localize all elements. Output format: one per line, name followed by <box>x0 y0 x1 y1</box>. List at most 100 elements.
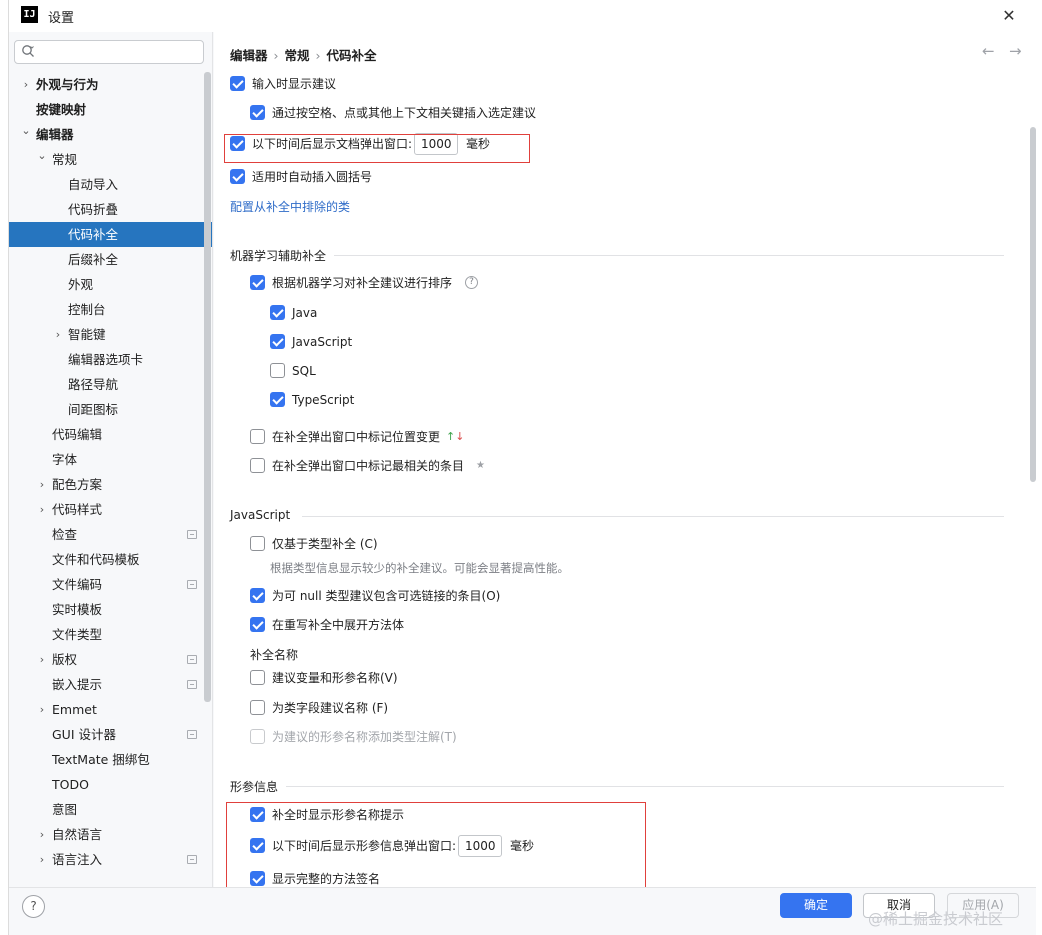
checkbox-label: TypeScript <box>292 393 355 407</box>
breadcrumb-item[interactable]: 编辑器 <box>230 48 268 63</box>
search-input[interactable] <box>14 40 204 64</box>
sidebar-item-label: 代码编辑 <box>52 427 103 442</box>
sidebar-item-label: 文件编码 <box>52 577 103 592</box>
section-divider <box>302 516 1004 517</box>
project-scope-icon <box>187 680 197 689</box>
checkbox-box[interactable] <box>270 363 285 378</box>
sidebar-item-label: 文件和代码模板 <box>52 552 140 567</box>
sidebar-item[interactable]: GUI 设计器 <box>9 722 212 747</box>
sidebar-item[interactable]: › 智能键 <box>9 322 212 347</box>
sidebar-item-label: 外观 <box>68 277 94 292</box>
arrow-down-icon: ↓ <box>455 430 465 443</box>
back-arrow-icon[interactable]: ← <box>982 42 995 60</box>
checkbox-box[interactable] <box>270 305 285 320</box>
chevron-right-icon[interactable]: › <box>21 72 31 97</box>
checkbox-box[interactable] <box>270 334 285 349</box>
sidebar-item[interactable]: 文件类型 <box>9 622 212 647</box>
sidebar-item[interactable]: 路径导航 <box>9 372 212 397</box>
project-scope-icon <box>187 855 197 864</box>
ok-button[interactable]: 确定 <box>780 893 852 918</box>
checkbox-box[interactable] <box>250 458 265 473</box>
chevron-right-icon[interactable]: › <box>37 697 47 722</box>
sidebar-item[interactable]: 控制台 <box>9 297 212 322</box>
project-scope-icon <box>187 580 197 589</box>
checkbox-label: 在补全弹出窗口中标记位置变更 <box>272 430 441 444</box>
checkbox-box <box>250 729 265 744</box>
chevron-down-icon[interactable]: ⌄ <box>37 147 47 172</box>
breadcrumb-separator: › <box>273 48 279 63</box>
help-icon[interactable]: ? <box>465 276 478 289</box>
sidebar-item-label: 配色方案 <box>52 477 103 492</box>
sidebar-item[interactable]: 意图 <box>9 797 212 822</box>
chevron-right-icon[interactable]: › <box>37 472 47 497</box>
content-scrollbar[interactable] <box>1030 127 1036 482</box>
sidebar-item[interactable]: ⌄ 常规 <box>9 147 212 172</box>
checkbox-box[interactable] <box>250 429 265 444</box>
checkbox-label: 输入时显示建议 <box>252 77 337 91</box>
sidebar-item-label: 自然语言 <box>52 827 103 842</box>
close-button[interactable]: ✕ <box>994 3 1024 29</box>
chevron-right-icon[interactable]: › <box>37 822 47 847</box>
help-button[interactable]: ? <box>22 895 45 918</box>
sidebar-item[interactable]: › 语言注入 <box>9 847 212 872</box>
sidebar-item[interactable]: 自动导入 <box>9 172 212 197</box>
sidebar-item[interactable]: ⌄ 编辑器 <box>9 122 212 147</box>
checkbox-box[interactable] <box>250 536 265 551</box>
checkbox-label: 仅基于类型补全 (C) <box>272 537 378 551</box>
highlight-box <box>224 134 530 163</box>
checkbox-box[interactable] <box>230 169 245 184</box>
breadcrumb-separator: › <box>315 48 321 63</box>
chevron-right-icon[interactable]: › <box>37 847 47 872</box>
sidebar-item[interactable]: › Emmet <box>9 697 212 722</box>
window-title: 设置 <box>48 11 75 26</box>
sidebar-item[interactable]: 实时模板 <box>9 597 212 622</box>
sidebar-item[interactable]: TODO <box>9 772 212 797</box>
chevron-down-icon[interactable]: ⌄ <box>21 122 31 147</box>
sidebar-item[interactable]: 嵌入提示 <box>9 672 212 697</box>
sidebar-item[interactable]: 字体 <box>9 447 212 472</box>
checkbox-box[interactable] <box>250 700 265 715</box>
checkbox-box[interactable] <box>230 76 245 91</box>
section-divider <box>334 255 1004 256</box>
chevron-right-icon[interactable]: › <box>53 322 63 347</box>
sidebar-item[interactable]: TextMate 捆绑包 <box>9 747 212 772</box>
sidebar-item[interactable]: 外观 <box>9 272 212 297</box>
chevron-right-icon[interactable]: › <box>37 647 47 672</box>
sidebar-item-label: 代码补全 <box>68 227 119 242</box>
checkbox-label: SQL <box>292 364 316 378</box>
sidebar-item[interactable]: 文件编码 <box>9 572 212 597</box>
sidebar-item[interactable]: 检查 <box>9 522 212 547</box>
sidebar-item[interactable]: › 代码样式 <box>9 497 212 522</box>
search-icon <box>22 45 34 57</box>
naming-subtitle: 补全名称 <box>250 648 299 662</box>
sidebar-item[interactable]: › 自然语言 <box>9 822 212 847</box>
sidebar-item-label: 智能键 <box>68 327 106 342</box>
sidebar-item[interactable]: › 版权 <box>9 647 212 672</box>
sidebar-item[interactable]: 按键映射 <box>9 97 212 122</box>
sidebar-item[interactable]: 文件和代码模板 <box>9 547 212 572</box>
checkbox-box[interactable] <box>250 588 265 603</box>
sidebar-scrollbar[interactable] <box>204 72 211 702</box>
sidebar-item[interactable]: 代码编辑 <box>9 422 212 447</box>
sidebar-item[interactable]: 代码折叠 <box>9 197 212 222</box>
breadcrumb-item[interactable]: 常规 <box>285 48 310 63</box>
forward-arrow-icon[interactable]: → <box>1009 42 1022 60</box>
sidebar-item-label: 常规 <box>52 152 78 167</box>
exclude-classes-link[interactable]: 配置从补全中排除的类 <box>230 198 350 215</box>
settings-dialog: IJ 设置 ✕ › 外观与行为 按键映射 ⌄ 编辑器 ⌄ 常规 自动导入 代码折叠 代码补全 后缀补… <box>9 0 1036 935</box>
sidebar-item[interactable]: › 配色方案 <box>9 472 212 497</box>
sidebar-item[interactable]: 间距图标 <box>9 397 212 422</box>
breadcrumb-item: 代码补全 <box>326 48 377 63</box>
sidebar-item[interactable]: 编辑器选项卡 <box>9 347 212 372</box>
project-scope-icon <box>187 530 197 539</box>
checkbox-box[interactable] <box>270 392 285 407</box>
chevron-right-icon[interactable]: › <box>37 497 47 522</box>
checkbox-box[interactable] <box>250 105 265 120</box>
checkbox-box[interactable] <box>250 617 265 632</box>
sidebar-item[interactable]: › 外观与行为 <box>9 72 212 97</box>
sidebar-item[interactable]: 后缀补全 <box>9 247 212 272</box>
sidebar-item[interactable]: 代码补全 <box>9 222 212 247</box>
checkbox-box[interactable] <box>250 275 265 290</box>
sidebar-item-label: 代码样式 <box>52 502 103 517</box>
checkbox-box[interactable] <box>250 670 265 685</box>
